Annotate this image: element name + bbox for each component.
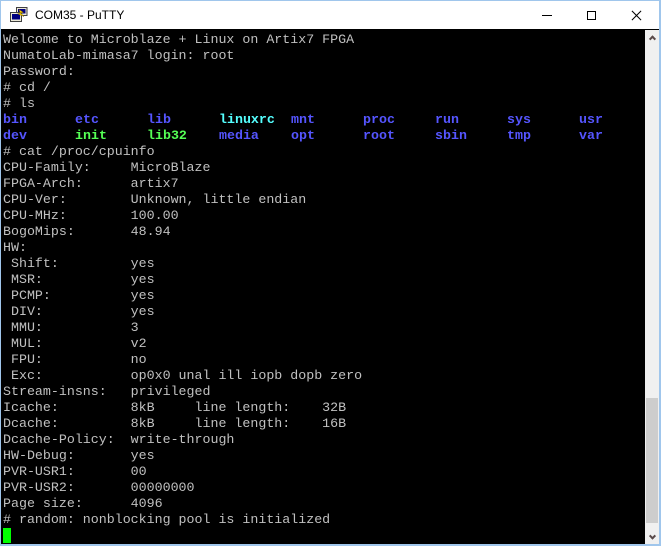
ls-entry: bin	[3, 112, 75, 128]
ls-entry: root	[363, 128, 435, 144]
ls-entry: dev	[3, 128, 75, 144]
ls-entry: tmp	[507, 128, 579, 144]
maximize-button[interactable]	[569, 1, 614, 29]
ls-output-row-2: devinitlib32mediaoptrootsbintmpvar	[3, 128, 645, 144]
ls-entry: opt	[291, 128, 363, 144]
scrollbar[interactable]	[645, 30, 659, 544]
ls-entry: init	[75, 128, 147, 144]
ls-entry: media	[219, 128, 291, 144]
minimize-button[interactable]	[524, 1, 569, 29]
close-button[interactable]	[614, 1, 659, 29]
maximize-icon	[587, 11, 596, 20]
ls-entry: mnt	[291, 112, 363, 128]
titlebar[interactable]: COM35 - PuTTY	[1, 1, 659, 30]
ls-entry: lib	[147, 112, 219, 128]
ls-output-row-1: binetcliblinuxrcmntprocrunsysusr	[3, 112, 645, 128]
minimize-icon	[542, 15, 552, 16]
ls-entry: lib32	[147, 128, 219, 144]
terminal-screen[interactable]: Welcome to Microblaze + Linux on Artix7 …	[1, 30, 645, 544]
putty-icon[interactable]	[10, 7, 28, 23]
putty-window: COM35 - PuTTY Welcome to Microblaze + Li…	[0, 0, 661, 546]
chevron-up-icon	[648, 35, 655, 42]
chevron-down-icon	[648, 532, 655, 539]
terminal-cursor	[3, 528, 11, 543]
ls-entry: sbin	[435, 128, 507, 144]
scrollbar-down-button[interactable]	[645, 530, 659, 544]
ls-entry: etc	[75, 112, 147, 128]
window-body: Welcome to Microblaze + Linux on Artix7 …	[1, 30, 659, 544]
ls-entry: usr	[579, 112, 645, 128]
scrollbar-thumb[interactable]	[646, 398, 658, 523]
ls-entry: linuxrc	[219, 112, 291, 128]
close-icon	[631, 10, 642, 21]
terminal-cpuinfo-output: # cat /proc/cpuinfo CPU-Family: MicroBla…	[3, 144, 645, 528]
ls-entry: proc	[363, 112, 435, 128]
ls-entry: sys	[507, 112, 579, 128]
terminal-boot-lines: Welcome to Microblaze + Linux on Artix7 …	[3, 32, 645, 112]
ls-entry: run	[435, 112, 507, 128]
caption-buttons	[524, 1, 659, 29]
cursor-line	[3, 528, 645, 544]
window-title: COM35 - PuTTY	[35, 8, 524, 22]
ls-entry: var	[579, 128, 645, 144]
scrollbar-up-button[interactable]	[645, 30, 659, 44]
